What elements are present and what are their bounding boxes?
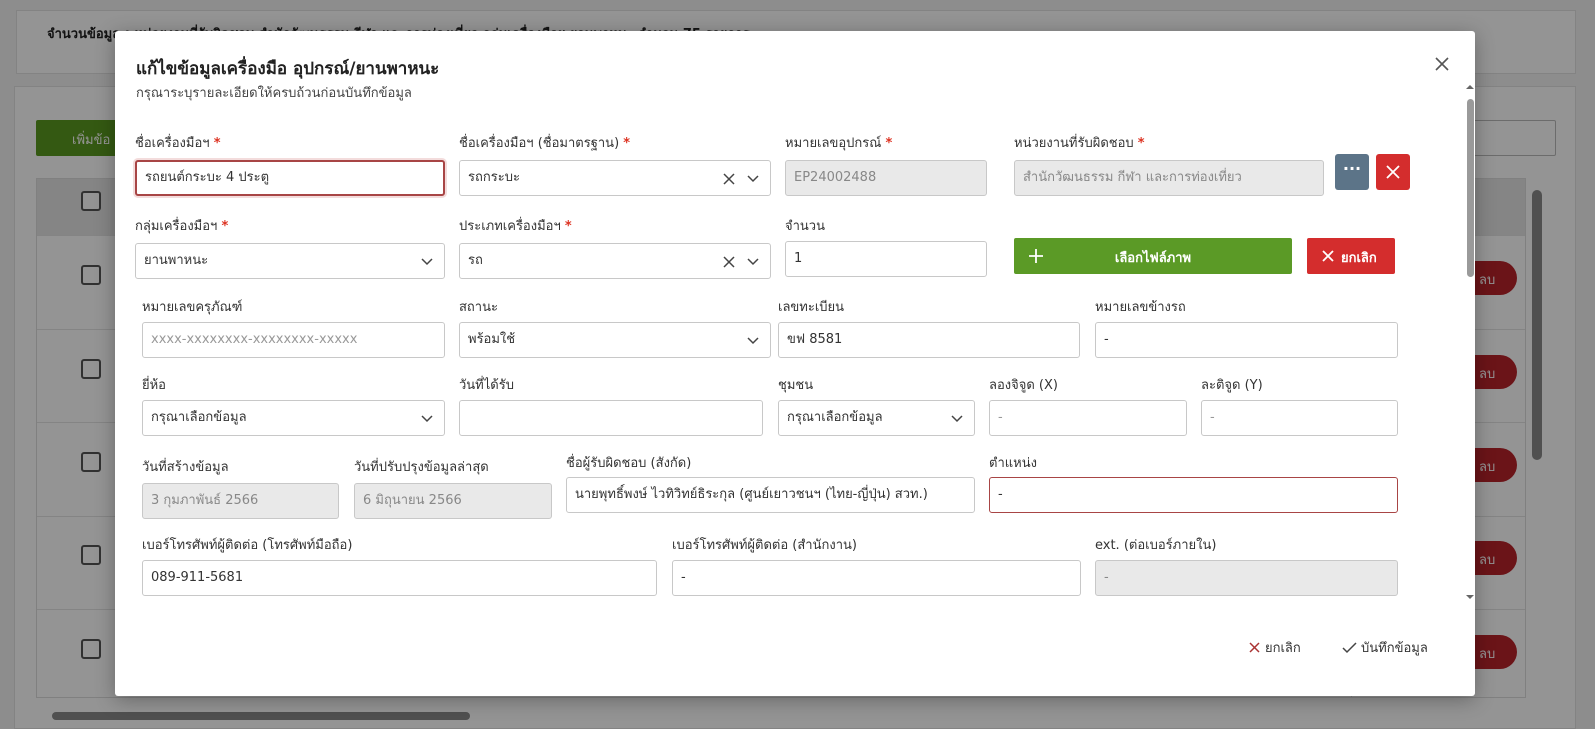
asset-no-label: หมายเลขครุภัณฑ์ xyxy=(142,300,243,315)
tool-type-label: ประเภทเครื่องมือฯ * xyxy=(459,219,572,234)
status-label: สถานะ xyxy=(459,300,498,315)
received-date-input[interactable] xyxy=(459,400,763,436)
side-no-input[interactable]: - xyxy=(1095,322,1398,358)
quantity-label: จำนวน xyxy=(785,219,825,234)
chevron-down-icon xyxy=(951,415,963,423)
chevron-down-icon xyxy=(747,258,759,266)
chevron-down-icon xyxy=(421,415,433,423)
community-select[interactable]: กรุณาเลือกข้อมูล xyxy=(778,400,975,436)
registration-input[interactable]: ขฟ 8581 xyxy=(778,322,1080,358)
clear-department-button[interactable] xyxy=(1376,154,1410,190)
longitude-input[interactable]: - xyxy=(989,400,1187,436)
cancel-label: ยกเลิก xyxy=(1265,641,1301,656)
registration-label: เลขทะเบียน xyxy=(778,300,845,315)
side-no-label: หมายเลขข้างรถ xyxy=(1095,300,1186,315)
equipment-no-input: EP24002488 xyxy=(785,160,987,196)
tool-name-label: ชื่อเครื่องมือฯ * xyxy=(135,136,221,151)
clear-icon[interactable] xyxy=(722,255,736,269)
save-label: บันทึกข้อมูล xyxy=(1361,641,1428,656)
chevron-down-icon xyxy=(747,175,759,183)
choose-image-button[interactable]: เลือกไฟล์ภาพ xyxy=(1014,238,1292,274)
mobile-input[interactable]: 089-911-5681 xyxy=(142,560,657,596)
more-options-button[interactable]: ··· xyxy=(1335,154,1369,190)
cancel-button[interactable]: ยกเลิก xyxy=(1248,637,1301,658)
position-label: ตำแหน่ง xyxy=(989,456,1037,471)
standard-name-label: ชื่อเครื่องมือฯ (ชื่อมาตรฐาน) * xyxy=(459,136,631,151)
status-value: พร้อมใช้ xyxy=(468,332,516,347)
check-icon xyxy=(1342,642,1357,654)
modal-title: แก้ไขข้อมูลเครื่องมือ อุปกรณ์/ยานพาหนะ xyxy=(136,59,440,79)
tool-group-label: กลุ่มเครื่องมือฯ * xyxy=(135,219,229,234)
clear-icon[interactable] xyxy=(722,172,736,186)
chevron-down-icon xyxy=(747,337,759,345)
quantity-input[interactable]: 1 xyxy=(785,241,987,277)
cancel-image-button[interactable]: ยกเลิก xyxy=(1307,238,1395,274)
created-date-label: วันที่สร้างข้อมูล xyxy=(142,460,229,475)
tool-group-value: ยานพาหนะ xyxy=(144,253,209,268)
standard-name-value: รถกระบะ xyxy=(468,170,520,185)
owner-name-input[interactable]: นายพุทธิ์พงษ์ ไวทิวิทย์ธิระกุล (ศูนย์เยา… xyxy=(566,477,975,513)
chevron-down-icon xyxy=(421,258,433,266)
status-select[interactable]: พร้อมใช้ xyxy=(459,322,771,358)
latitude-label: ละติจูด (Y) xyxy=(1201,378,1263,393)
updated-date-input: 6 มิถุนายน 2566 xyxy=(354,483,552,519)
department-input: สำนักวัฒนธรรม กีฬา และการท่องเที่ยว xyxy=(1014,160,1324,196)
edit-equipment-modal: แก้ไขข้อมูลเครื่องมือ อุปกรณ์/ยานพาหนะ ก… xyxy=(115,31,1475,696)
ext-label: ext. (ต่อเบอร์ภายใน) xyxy=(1095,538,1217,553)
brand-value: กรุณาเลือกข้อมูล xyxy=(151,410,247,425)
standard-name-select[interactable]: รถกระบะ xyxy=(459,160,771,196)
modal-scrollbar-thumb[interactable] xyxy=(1467,99,1474,277)
scroll-down-icon[interactable] xyxy=(1465,593,1475,601)
community-label: ชุมชน xyxy=(778,378,814,393)
choose-image-label: เลือกไฟล์ภาพ xyxy=(1114,251,1192,266)
cancel-image-label: ยกเลิก xyxy=(1341,251,1377,266)
office-phone-label: เบอร์โทรศัพท์ผู้ติดต่อ (สำนักงาน) xyxy=(672,538,857,553)
close-icon[interactable] xyxy=(1431,53,1453,75)
tool-name-input[interactable]: รถยนต์กระบะ 4 ประตู xyxy=(135,160,445,196)
scroll-up-icon[interactable] xyxy=(1465,83,1475,91)
close-icon xyxy=(1322,250,1334,262)
community-value: กรุณาเลือกข้อมูล xyxy=(787,410,883,425)
office-phone-input[interactable]: - xyxy=(672,560,1081,596)
equipment-no-label: หมายเลขอุปกรณ์ * xyxy=(785,136,893,151)
owner-name-label: ชื่อผู้รับผิดชอบ (สังกัด) xyxy=(566,456,692,471)
position-input[interactable]: - xyxy=(989,477,1398,513)
tool-group-select[interactable]: ยานพาหนะ xyxy=(135,243,445,279)
close-icon xyxy=(1386,165,1400,179)
brand-select[interactable]: กรุณาเลือกข้อมูล xyxy=(142,400,445,436)
save-button[interactable]: บันทึกข้อมูล xyxy=(1342,637,1428,658)
mobile-label: เบอร์โทรศัพท์ผู้ติดต่อ (โทรศัพท์มือถือ) xyxy=(142,538,353,553)
ext-input: - xyxy=(1095,560,1398,596)
tool-type-value: รถ xyxy=(468,253,483,268)
updated-date-label: วันที่ปรับปรุงข้อมูลล่าสุด xyxy=(354,460,489,475)
received-date-label: วันที่ได้รับ xyxy=(459,378,514,393)
longitude-label: ลองจิจูด (X) xyxy=(989,378,1058,393)
tool-type-select[interactable]: รถ xyxy=(459,243,771,279)
modal-subtitle: กรุณาระบุรายละเอียดให้ครบถ้วนก่อนบันทึกข… xyxy=(136,86,412,101)
department-label: หน่วยงานที่รับผิดชอบ * xyxy=(1014,136,1145,151)
brand-label: ยี่ห้อ xyxy=(142,378,166,393)
close-icon xyxy=(1249,642,1260,653)
created-date-input: 3 กุมภาพันธ์ 2566 xyxy=(142,483,339,519)
latitude-input[interactable]: - xyxy=(1201,400,1398,436)
asset-no-input[interactable]: xxxx-xxxxxxxx-xxxxxxxx-xxxxx xyxy=(142,322,445,358)
